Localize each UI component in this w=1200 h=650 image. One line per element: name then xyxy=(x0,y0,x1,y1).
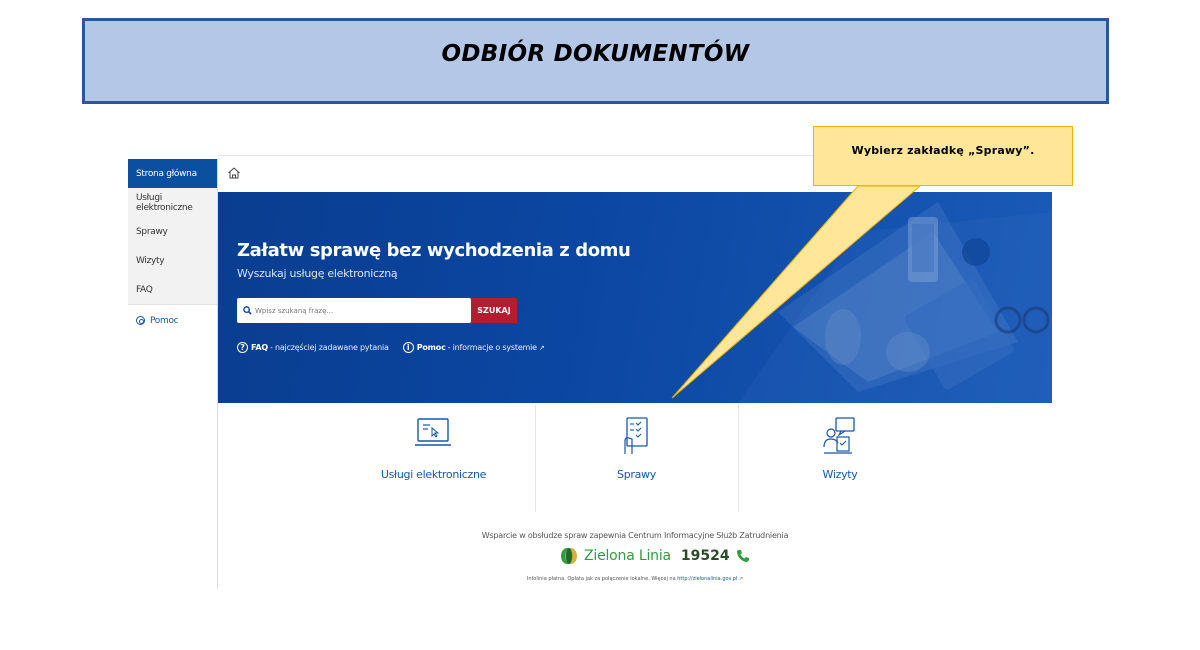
green-line-banner: Zielona Linia 19524 xyxy=(560,545,750,567)
slide-title-banner: ODBIÓR DOKUMENTÓW xyxy=(82,18,1109,104)
green-line-logo-icon xyxy=(561,548,577,564)
tile-visits[interactable]: Wizyty xyxy=(738,405,942,512)
sidebar-item-cases[interactable]: Sprawy xyxy=(128,217,217,246)
slide: ODBIÓR DOKUMENTÓW Strona główna Usługi e… xyxy=(0,0,1200,650)
footer-note: Infolinia płatna. Opłata jak za połączen… xyxy=(0,576,1200,582)
footer-note-text: Infolinia płatna. Opłata jak za połączen… xyxy=(526,576,678,582)
external-link-icon: ↗ xyxy=(538,343,545,352)
phone-icon xyxy=(736,550,749,562)
faq-link[interactable]: ? FAQ - najczęściej zadawane pytania xyxy=(237,342,389,353)
hero-links: ? FAQ - najczęściej zadawane pytania i P… xyxy=(237,342,559,353)
sidebar-item-help[interactable]: Pomoc xyxy=(128,304,217,333)
tile-cases[interactable]: Sprawy xyxy=(535,405,738,512)
callout-text: Wybierz zakładkę „Sprawy”. xyxy=(851,144,1035,157)
green-line-link[interactable]: http://zielonalinia.gov.pl xyxy=(677,576,737,582)
support-text: Wsparcie w obsłudze spraw zapewnia Centr… xyxy=(481,531,789,540)
hero-banner: Załatw sprawę bez wychodzenia z domu Wys… xyxy=(218,192,1052,403)
hero-subtitle: Wyszukaj usługę elektroniczną xyxy=(237,267,398,280)
green-line-number: 19524 xyxy=(680,548,730,564)
tile-visits-label: Wizyty xyxy=(822,468,858,481)
search-icon xyxy=(243,306,252,315)
green-line-name: Zielona Linia xyxy=(584,548,671,564)
help-link-bold: Pomoc xyxy=(416,343,446,352)
tile-cases-label: Sprawy xyxy=(617,468,656,481)
lifebuoy-icon xyxy=(136,316,145,325)
help-link-text: - informacje o systemie xyxy=(447,343,537,352)
search-button[interactable]: SZUKAJ xyxy=(471,298,517,323)
slide-title: ODBIÓR DOKUMENTÓW xyxy=(441,41,750,67)
laptop-icon xyxy=(415,418,451,446)
external-link-icon: ↗ xyxy=(738,576,744,582)
sidebar-item-e-services[interactable]: Usługi elektroniczne xyxy=(128,188,217,217)
callout-box: Wybierz zakładkę „Sprawy”. xyxy=(813,126,1073,186)
faq-link-text: - najczęściej zadawane pytania xyxy=(269,343,389,352)
sidebar-help-label: Pomoc xyxy=(150,315,179,326)
hero-title: Załatw sprawę bez wychodzenia z domu xyxy=(237,240,631,261)
search-field[interactable] xyxy=(237,298,471,323)
service-tiles: Usługi elektroniczne Sprawy Wizyty xyxy=(332,405,942,512)
visit-chat-icon xyxy=(823,417,855,454)
help-link[interactable]: i Pomoc - informacje o systemie ↗ xyxy=(402,342,545,353)
info-icon: i xyxy=(402,342,414,353)
document-checklist-icon xyxy=(624,417,648,454)
sidebar-item-home[interactable]: Strona główna xyxy=(128,159,217,188)
tile-e-services[interactable]: Usługi elektroniczne xyxy=(332,405,535,512)
tile-e-services-label: Usługi elektroniczne xyxy=(380,468,487,481)
question-icon: ? xyxy=(237,342,248,353)
sidebar: Strona główna Usługi elektroniczne Spraw… xyxy=(128,159,218,589)
search-input[interactable] xyxy=(255,306,455,315)
faq-link-bold: FAQ xyxy=(251,343,268,352)
sidebar-item-visits[interactable]: Wizyty xyxy=(128,246,217,275)
sidebar-item-faq[interactable]: FAQ xyxy=(128,275,217,304)
home-icon[interactable] xyxy=(227,166,241,180)
